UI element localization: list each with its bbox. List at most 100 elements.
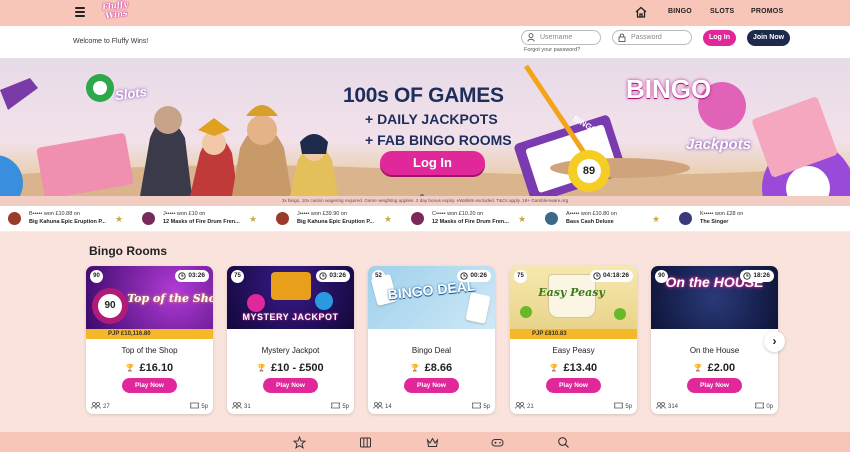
- bingo-room-card[interactable]: On the HOUSE 90 18:26 On the House 🏆 £2.0…: [651, 266, 778, 414]
- star-icon: ★: [518, 214, 527, 224]
- countdown-timer: 04:18:26: [589, 270, 633, 282]
- winner-text: K••••• won £28 on: [700, 211, 744, 217]
- play-now-button[interactable]: Play Now: [263, 378, 318, 393]
- login-button[interactable]: Log In: [703, 30, 736, 46]
- timer-text: 03:26: [188, 272, 205, 279]
- section-title: Bingo Rooms: [89, 244, 167, 258]
- winners-ticker: B••••• won £10.88 on Big Kahuna Epic Eru…: [0, 206, 850, 232]
- players-icon: [656, 402, 666, 409]
- ball-count-badge: 90: [90, 270, 103, 283]
- game-thumbnail: [411, 212, 424, 225]
- winner-game: Big Kahuna Epic Eruption P...: [29, 219, 106, 225]
- winner-text: J••••• won £39.90 on: [297, 211, 347, 217]
- jackpots-sign: Jackpots: [686, 136, 752, 153]
- ball-count-badge: 75: [514, 270, 527, 283]
- slots-icon[interactable]: [359, 436, 372, 449]
- room-name: Easy Peasy: [552, 346, 595, 355]
- play-now-button[interactable]: Play Now: [122, 378, 177, 393]
- username-field[interactable]: Username: [521, 30, 601, 45]
- prize-value: £8.66: [424, 362, 453, 374]
- winner-text: A••••• won £10.80 on: [566, 211, 617, 217]
- star-icon[interactable]: [293, 436, 306, 449]
- game-thumbnail: [8, 212, 21, 225]
- player-count: 31: [232, 402, 251, 410]
- ticket-icon: [331, 402, 341, 409]
- forgot-password-link[interactable]: Forgot your password?: [524, 47, 580, 53]
- chevron-right-icon: ›: [772, 334, 777, 348]
- clock-icon: [319, 272, 328, 280]
- ticket-icon: [472, 402, 482, 409]
- clock-icon: [743, 272, 752, 280]
- bingo-room-card[interactable]: MYSTERY JACKPOT 75 03:26 Mystery Jackpot…: [227, 266, 354, 414]
- winner-game: 12 Masks of Fire Drum Fren...: [163, 219, 240, 225]
- room-prize: 🏆 £8.66: [368, 362, 495, 374]
- ticket-cost: 5p: [472, 402, 490, 410]
- hero-line-bingo-rooms: + FAB BINGO ROOMS: [365, 132, 512, 148]
- home-icon[interactable]: [634, 5, 648, 19]
- players-icon: [91, 402, 101, 409]
- timer-text: 18:26: [753, 272, 770, 279]
- carousel-dots[interactable]: [420, 189, 441, 196]
- star-icon: ★: [652, 214, 661, 224]
- star-icon: ★: [249, 214, 258, 224]
- username-placeholder: Username: [540, 34, 573, 41]
- game-thumbnail: [142, 212, 155, 225]
- bingo-room-card[interactable]: Easy Peasy 75 04:18:26 PJP £810.83 Easy …: [510, 266, 637, 414]
- nav-bingo[interactable]: BINGO: [668, 8, 692, 15]
- site-logo[interactable]: Fluffy Wins: [97, 0, 136, 25]
- countdown-timer: 03:26: [175, 270, 209, 282]
- prize-value: £16.10: [139, 362, 174, 374]
- play-now-button[interactable]: Play Now: [404, 378, 459, 393]
- player-count: 27: [91, 402, 110, 410]
- top-nav: Fluffy Wins BINGO SLOTS PROMOS: [0, 0, 850, 26]
- hero-banner[interactable]: Slots BINGO Jackpots BINGO 89 100s OF GA…: [0, 58, 850, 196]
- nav-promos[interactable]: PROMOS: [751, 8, 783, 15]
- progressive-jackpot: PJP £810.83: [510, 329, 637, 339]
- player-count: 314: [656, 402, 678, 410]
- bingo-room-card[interactable]: BINGO DEAL 52 00:26 Bingo Deal 🏆 £8.66 Pl…: [368, 266, 495, 414]
- game-thumbnail: [545, 212, 558, 225]
- trophy-icon: 🏆: [693, 365, 703, 372]
- room-prize: 🏆 £13.40: [510, 362, 637, 374]
- hamburger-icon[interactable]: [75, 7, 85, 17]
- hero-login-button[interactable]: Log In: [380, 151, 485, 175]
- join-now-button[interactable]: Join Now: [747, 30, 790, 46]
- hero-line-jackpots: + DAILY JACKPOTS: [365, 111, 498, 127]
- game-thumbnail: [679, 212, 692, 225]
- room-prize: 🏆 £10 - £500: [227, 362, 354, 374]
- progressive-jackpot: PJP £10,116.80: [86, 329, 213, 339]
- countdown-timer: 03:26: [316, 270, 350, 282]
- timer-text: 04:18:26: [602, 272, 629, 279]
- bingo-ball-number: 89: [577, 159, 601, 183]
- ticket-cost: 5p: [614, 402, 632, 410]
- crown-icon[interactable]: [426, 436, 439, 449]
- bingo-ball: 89: [568, 150, 610, 192]
- play-now-button[interactable]: Play Now: [687, 378, 742, 393]
- ticket-icon: [614, 402, 624, 409]
- password-field[interactable]: Password: [612, 30, 692, 45]
- room-prize: 🏆 £2.00: [651, 362, 778, 374]
- ticket-cost: 0p: [755, 402, 773, 410]
- clock-icon: [460, 272, 469, 280]
- bingo-room-card[interactable]: 90 Top of the Shop 90 03:26 PJP £10,116.…: [86, 266, 213, 414]
- room-name: Top of the Shop: [121, 346, 178, 355]
- players-icon: [232, 402, 242, 409]
- gamepad-icon[interactable]: [491, 436, 504, 449]
- room-art-title: Easy Peasy: [538, 286, 605, 299]
- ball-count-badge: 90: [655, 270, 668, 283]
- ball-count-badge: 75: [231, 270, 244, 283]
- room-name: Bingo Deal: [411, 346, 452, 355]
- ticket-cost: 5p: [331, 402, 349, 410]
- player-count: 21: [515, 402, 534, 410]
- room-name: On the House: [689, 346, 740, 355]
- login-bar: Welcome to Fluffy Wins! Username Passwor…: [0, 26, 850, 58]
- star-icon: ★: [384, 214, 393, 224]
- search-icon[interactable]: [557, 436, 570, 449]
- lock-icon: [618, 33, 626, 42]
- play-now-button[interactable]: Play Now: [546, 378, 601, 393]
- carousel-next-button[interactable]: ›: [764, 331, 785, 352]
- user-icon: [527, 33, 535, 42]
- room-prize: 🏆 £16.10: [86, 362, 213, 374]
- clock-icon: [178, 272, 187, 280]
- nav-slots[interactable]: SLOTS: [710, 8, 734, 15]
